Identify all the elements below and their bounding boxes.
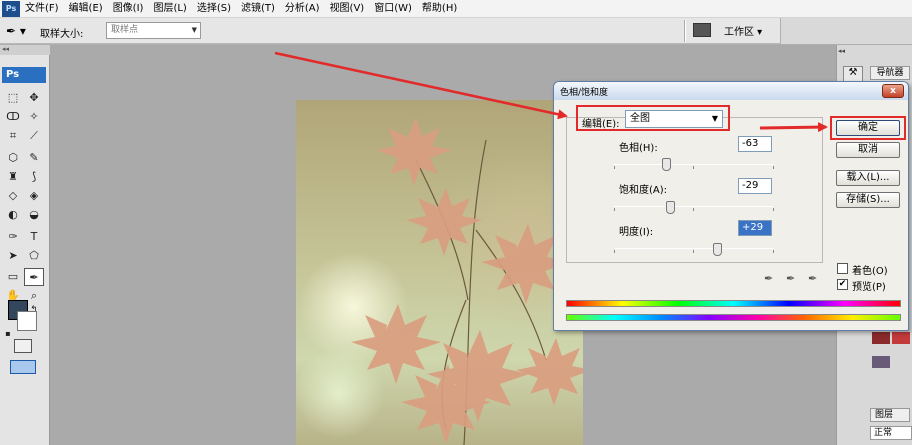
history-brush-tool-icon[interactable]: ⟆ <box>24 168 44 186</box>
chevron-down-icon: ▼ <box>191 26 197 34</box>
style-swatch[interactable] <box>872 356 890 368</box>
save-button[interactable]: 存储(S)... <box>836 192 900 208</box>
menu-select[interactable]: 选择(S) <box>192 1 236 17</box>
sample-size-select[interactable]: 取样点 ▼ <box>106 22 201 39</box>
slider-tick <box>773 208 774 211</box>
menu-view[interactable]: 视图(V) <box>325 1 370 17</box>
edit-group-box <box>566 117 823 263</box>
hue-label: 色相(H): <box>619 143 658 154</box>
brush-tool-icon[interactable]: ✎ <box>24 149 44 167</box>
close-button[interactable]: x <box>882 84 904 98</box>
lasso-tool-icon[interactable]: ↀ <box>3 108 23 126</box>
cancel-button[interactable]: 取消 <box>836 142 900 158</box>
dodge-tool-icon[interactable]: ◒ <box>24 206 44 224</box>
saturation-label: 饱和度(A): <box>619 185 668 196</box>
screen-mode-button[interactable] <box>10 360 36 374</box>
document-icon[interactable] <box>693 23 711 37</box>
saturation-input[interactable]: -29 <box>738 178 772 194</box>
sample-size-label: 取样大小: <box>40 29 84 40</box>
hue-input[interactable]: -63 <box>738 136 772 152</box>
ok-button[interactable]: 确定 <box>836 120 900 136</box>
menu-help[interactable]: 帮助(H) <box>417 1 462 17</box>
hue-slider-track[interactable] <box>614 164 773 165</box>
adjusted-spectrum-bar <box>566 314 901 321</box>
lightness-label: 明度(I): <box>619 227 654 238</box>
dialog-title: 色相/饱和度 <box>560 88 609 98</box>
saturation-slider-thumb[interactable] <box>666 201 676 214</box>
dock-collapse-button[interactable]: ◂◂ <box>838 47 858 59</box>
menu-edit[interactable]: 编辑(E) <box>64 1 108 17</box>
slice-tool-icon[interactable]: ⟋ <box>24 127 44 145</box>
move-tool-icon[interactable]: ✥ <box>24 89 44 107</box>
menu-window[interactable]: 窗口(W) <box>369 1 417 17</box>
menu-filter[interactable]: 滤镜(T) <box>236 1 280 17</box>
colorize-checkbox[interactable] <box>837 263 848 274</box>
eyedropper-plus-icon[interactable]: ✒ <box>786 272 802 286</box>
blend-mode-select[interactable]: 正常 <box>870 426 912 440</box>
navigator-tab[interactable]: 导航器 <box>870 66 910 80</box>
menu-analysis[interactable]: 分析(A) <box>280 1 325 17</box>
background-color-swatch[interactable] <box>17 311 37 331</box>
menu-bar: Ps 文件(F) 编辑(E) 图像(I) 图层(L) 选择(S) 滤镜(T) 分… <box>0 0 912 18</box>
slider-tick <box>693 250 694 253</box>
preview-label: 预览(P) <box>852 282 886 293</box>
slider-tick <box>773 166 774 169</box>
slider-tick <box>693 166 694 169</box>
lightness-slider-track[interactable] <box>614 248 773 249</box>
notes-tool-icon[interactable]: ▭ <box>3 268 23 286</box>
eyedropper-minus-icon[interactable]: ✒ <box>808 272 824 286</box>
tools-panel-icon[interactable]: ⚒ <box>843 66 863 82</box>
menu-layer[interactable]: 图层(L) <box>148 1 191 17</box>
preview-checkbox[interactable]: ✔ <box>837 279 848 290</box>
color-spectrum-bar <box>566 300 901 307</box>
app-logo-icon: Ps <box>2 0 20 17</box>
healing-brush-tool-icon[interactable]: ⬡ <box>3 149 23 167</box>
toolbox: ◂◂ Ps ⬚ ✥ ↀ ✧ ⌗ ⟋ ⬡ ✎ ♜ ⟆ ◇ ◈ ◐ ◒ ✑ T ➤ … <box>0 45 50 445</box>
options-bar: ✒ ▾ 取样大小: 取样点 ▼ 工作区 ▾ <box>0 18 912 44</box>
lightness-input[interactable]: +29 <box>738 220 772 236</box>
slider-tick <box>773 250 774 253</box>
lightness-slider-thumb[interactable] <box>712 243 722 256</box>
slider-tick <box>614 208 615 211</box>
options-bar-right <box>780 18 912 44</box>
default-colors-icon[interactable]: ▪ <box>2 325 14 343</box>
sample-size-value: 取样点 <box>111 25 139 35</box>
clone-stamp-tool-icon[interactable]: ♜ <box>3 168 23 186</box>
document-image <box>296 100 583 445</box>
load-button[interactable]: 载入(L)... <box>836 170 900 186</box>
shape-tool-icon[interactable]: ⬠ <box>24 247 44 265</box>
menu-file[interactable]: 文件(F) <box>20 1 64 17</box>
maple-leaves-photo <box>351 118 583 445</box>
colorize-label: 着色(O) <box>852 266 888 277</box>
hue-saturation-dialog: 色相/饱和度 x 编辑(E): 全图 ▼ 色相(H): -63 饱和度(A): … <box>553 81 909 331</box>
slider-tick <box>693 208 694 211</box>
toolbox-collapse[interactable]: ◂◂ <box>0 45 50 55</box>
layers-tab[interactable]: 图层 <box>870 408 910 422</box>
quick-mask-button[interactable] <box>14 339 32 353</box>
paint-bucket-tool-icon[interactable]: ◈ <box>24 187 44 205</box>
workspace-button[interactable]: 工作区 ▾ <box>724 23 762 38</box>
pen-tool-icon[interactable]: ✑ <box>3 228 23 246</box>
style-swatch[interactable] <box>892 332 910 344</box>
slider-tick <box>614 250 615 253</box>
menu-image[interactable]: 图像(I) <box>108 1 149 17</box>
saturation-slider-track[interactable] <box>614 206 773 207</box>
type-tool-icon[interactable]: T <box>24 228 44 246</box>
eyedropper-icon[interactable]: ✒ <box>764 272 780 286</box>
style-swatch[interactable] <box>872 332 890 344</box>
eyedropper-preset-icon[interactable]: ✒ ▾ <box>6 24 28 38</box>
dialog-titlebar[interactable]: 色相/饱和度 x <box>554 82 908 100</box>
hue-slider-thumb[interactable] <box>661 158 671 171</box>
annotation-highlight-box <box>576 105 730 131</box>
blur-tool-icon[interactable]: ◐ <box>3 206 23 224</box>
slider-tick <box>614 166 615 169</box>
magic-wand-tool-icon[interactable]: ✧ <box>24 108 44 126</box>
crop-tool-icon[interactable]: ⌗ <box>3 127 23 145</box>
marquee-tool-icon[interactable]: ⬚ <box>3 89 23 107</box>
path-selection-tool-icon[interactable]: ➤ <box>3 247 23 265</box>
eyedropper-tool-icon[interactable]: ✒ <box>24 268 44 286</box>
eraser-tool-icon[interactable]: ◇ <box>3 187 23 205</box>
ps-logo-icon: Ps <box>2 67 46 83</box>
options-divider <box>684 20 686 42</box>
